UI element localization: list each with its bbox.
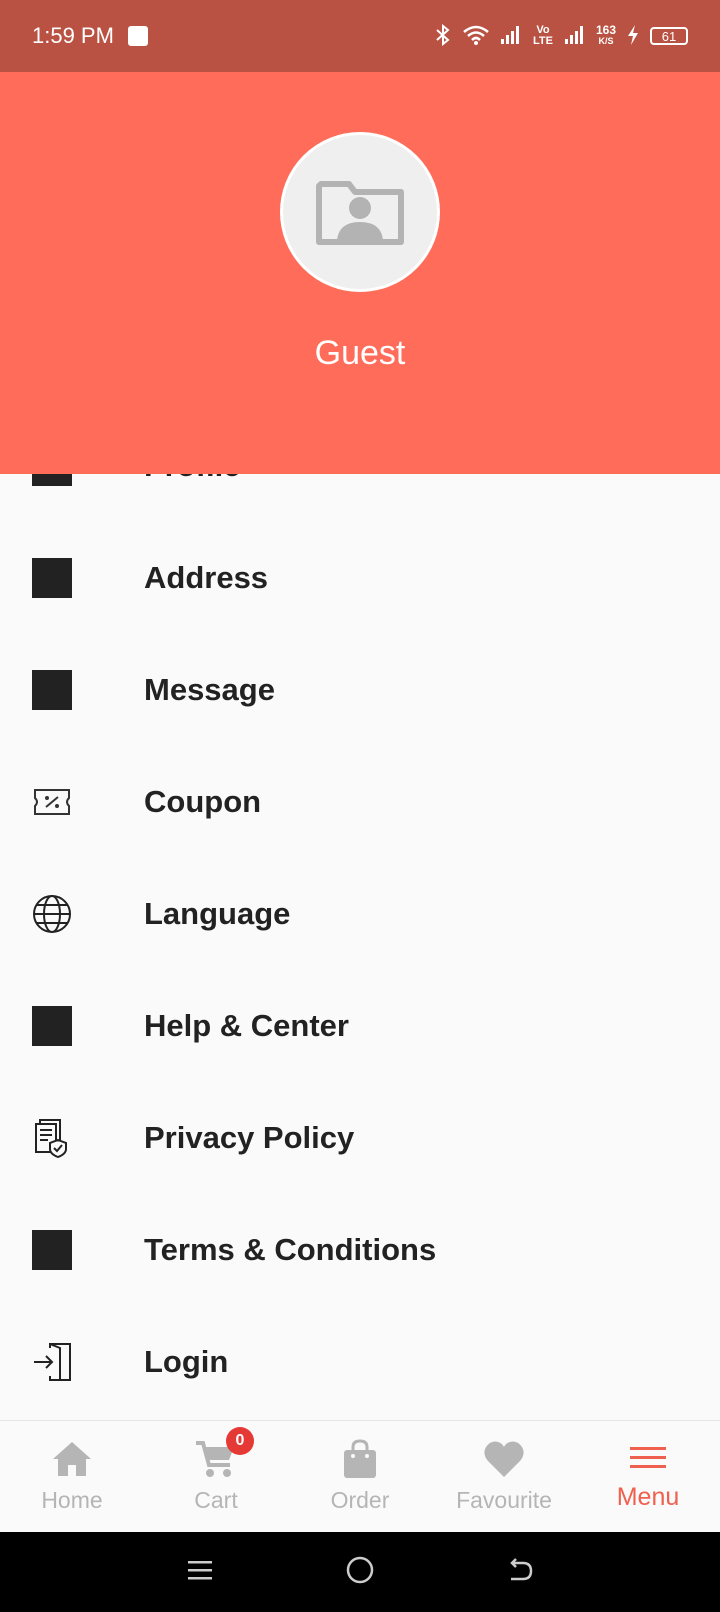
menu-item-coupon[interactable]: Coupon: [0, 746, 720, 858]
volte-label: Vo LTE: [532, 24, 553, 47]
wifi-icon: [462, 24, 490, 49]
status-icons: Vo LTE 163 K/S 61: [434, 23, 688, 49]
nav-item-menu[interactable]: Menu: [576, 1421, 720, 1533]
bluetooth-icon: [434, 23, 452, 49]
nav-item-favourite[interactable]: Favourite: [432, 1421, 576, 1533]
login-icon: [32, 1342, 72, 1382]
menu-list: Profile Address Message Coupon: [0, 410, 720, 1418]
status-bar: 1:59 PM Vo LTE 163 K/S 61: [0, 0, 720, 72]
menu-item-label: Coupon: [144, 784, 262, 819]
menu-item-label: Terms & Conditions: [144, 1232, 437, 1267]
message-icon: [32, 670, 72, 710]
menu-item-help-center[interactable]: Help & Center: [0, 970, 720, 1082]
menu-item-label: Language: [144, 896, 291, 931]
menu-item-label: Privacy Policy: [144, 1120, 355, 1155]
bottom-nav: Home 0 Cart Order Favourite Menu: [0, 1420, 720, 1533]
profile-header: Guest: [0, 72, 720, 474]
battery-indicator: 61: [650, 27, 688, 45]
nav-label: Order: [330, 1487, 390, 1513]
menu-item-login[interactable]: Login: [0, 1306, 720, 1418]
back-icon[interactable]: [505, 1555, 535, 1590]
charging-icon: [626, 24, 640, 49]
nav-item-order[interactable]: Order: [288, 1421, 432, 1533]
signal-icon: [500, 25, 522, 48]
globe-icon: [32, 894, 72, 934]
terms-icon: [32, 1230, 72, 1270]
nav-label: Menu: [616, 1483, 680, 1511]
menu-item-privacy-policy[interactable]: Privacy Policy: [0, 1082, 720, 1194]
nav-label: Home: [41, 1487, 103, 1513]
avatar-placeholder-icon: [316, 181, 404, 245]
privacy-policy-icon: [32, 1118, 72, 1158]
menu-item-terms-conditions[interactable]: Terms & Conditions: [0, 1194, 720, 1306]
nav-label: Favourite: [456, 1487, 552, 1513]
nav-label: Cart: [194, 1487, 238, 1513]
avatar[interactable]: [280, 132, 440, 292]
network-speed: 163 K/S: [595, 23, 616, 47]
menu-item-label: Message: [144, 672, 275, 707]
menu-item-label: Help & Center: [144, 1008, 349, 1043]
nav-item-cart[interactable]: 0 Cart: [144, 1421, 288, 1533]
cart-badge: 0: [226, 1427, 254, 1455]
network-speed-unit: K/S: [598, 36, 614, 46]
menu-item-label: Login: [144, 1344, 229, 1379]
menu-item-label: Address: [144, 560, 269, 595]
notification-icon: [127, 26, 148, 46]
heart-icon: [484, 1441, 524, 1477]
menu-item-address[interactable]: Address: [0, 522, 720, 634]
signal-icon-2: [564, 25, 586, 48]
menu-item-message[interactable]: Message: [0, 634, 720, 746]
recent-apps-icon[interactable]: [185, 1555, 215, 1590]
coupon-icon: [32, 782, 72, 822]
menu-icon: [630, 1447, 666, 1468]
address-icon: [32, 558, 72, 598]
profile-name: Guest: [314, 334, 406, 372]
home-icon: [53, 1442, 91, 1476]
menu-item-language[interactable]: Language: [0, 858, 720, 970]
system-nav-bar: [0, 1532, 720, 1612]
home-circle-icon[interactable]: [345, 1555, 375, 1590]
network-speed-value: 163: [595, 23, 616, 37]
help-icon: [32, 1006, 72, 1046]
status-time: 1:59 PM: [32, 23, 114, 48]
nav-item-home[interactable]: Home: [0, 1421, 144, 1533]
bag-icon: [344, 1439, 376, 1478]
